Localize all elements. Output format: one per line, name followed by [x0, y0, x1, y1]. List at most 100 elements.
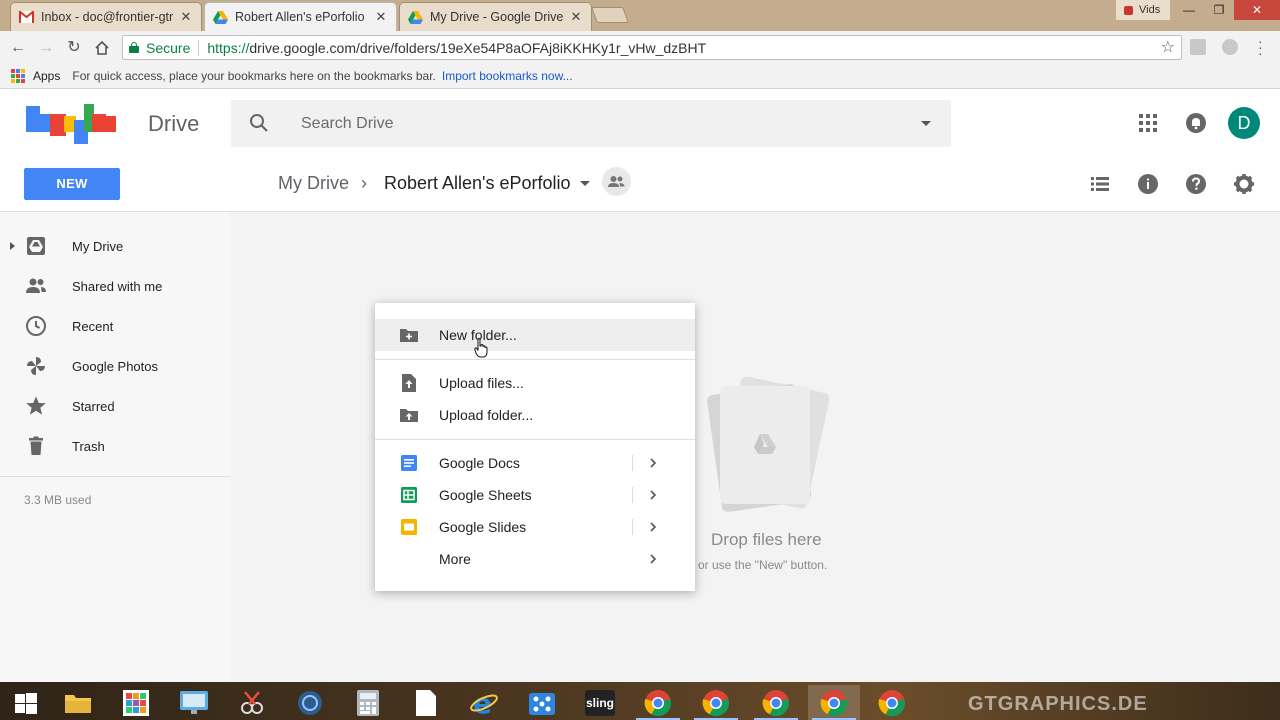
new-tab-button[interactable] — [591, 7, 629, 23]
tab-title: Robert Allen's ePorfolio — [235, 10, 365, 24]
menu-kebab-icon[interactable]: · · · — [1258, 34, 1263, 60]
document-icon[interactable] — [400, 685, 452, 720]
url-path: drive.google.com/drive/folders/19eXe54P8… — [249, 39, 707, 56]
tab-close-icon[interactable]: ✕ — [374, 9, 388, 25]
cortana-icon[interactable] — [284, 685, 336, 720]
settings-gear-icon[interactable] — [1232, 172, 1256, 196]
calculator-icon[interactable] — [342, 685, 394, 720]
forward-icon[interactable]: → — [35, 37, 57, 59]
empty-folder-illustration — [707, 376, 830, 512]
menu-item-label: Google Slides — [439, 519, 527, 535]
app-grid-icon[interactable] — [110, 685, 162, 720]
tab-close-icon[interactable]: ✕ — [179, 9, 193, 25]
list-view-icon[interactable] — [1088, 172, 1112, 196]
tab-my-drive[interactable]: My Drive - Google Drive ✕ — [399, 2, 592, 31]
sidebar-item-photos[interactable]: Google Photos — [0, 346, 230, 386]
account-avatar[interactable]: D — [1228, 107, 1260, 139]
menu-item-new-folder[interactable]: New folder... — [375, 319, 695, 351]
trash-icon — [29, 436, 43, 455]
drive-header: Drive D — [0, 90, 1280, 156]
puzzle-app-icon[interactable] — [516, 685, 568, 720]
sidebar-item-starred[interactable]: Starred — [0, 386, 230, 426]
breadcrumb-separator: › — [361, 173, 367, 193]
windows-taskbar: e sling GTGRAPHICS.DE — [0, 682, 1280, 720]
extension-pdf-icon[interactable] — [1190, 39, 1206, 55]
search-icon[interactable] — [249, 113, 269, 133]
internet-explorer-icon[interactable]: e — [458, 685, 510, 720]
submenu-divider — [632, 519, 633, 535]
info-icon[interactable] — [1136, 172, 1160, 196]
sidebar-item-my-drive[interactable]: My Drive — [0, 226, 230, 266]
breadcrumb-my-drive[interactable]: My Drive — [278, 173, 349, 194]
menu-item-more[interactable]: More — [375, 543, 695, 575]
notifications-bell-icon[interactable] — [1185, 112, 1207, 134]
shared-folder-badge[interactable] — [602, 167, 631, 196]
file-explorer-icon[interactable] — [52, 685, 104, 720]
drive-icon — [408, 10, 423, 25]
menu-item-upload-folder[interactable]: Upload folder... — [375, 399, 695, 431]
drive-icon — [213, 10, 228, 25]
bookmarks-hint: For quick access, place your bookmarks h… — [72, 69, 436, 83]
maximize-icon[interactable]: ❐ — [1204, 0, 1234, 20]
sidebar-item-shared[interactable]: Shared with me — [0, 266, 230, 306]
chevron-right-icon — [650, 458, 657, 468]
tab-eportfolio[interactable]: Robert Allen's ePorfolio ✕ — [204, 2, 397, 31]
menu-item-google-sheets[interactable]: Google Sheets — [375, 479, 695, 511]
secure-label: Secure — [146, 39, 191, 56]
chrome-taskbar-icon[interactable] — [632, 685, 684, 720]
chrome-taskbar-icon[interactable] — [866, 685, 918, 720]
sling-label: sling — [585, 689, 615, 716]
upload-folder-icon — [400, 409, 418, 422]
reload-icon[interactable]: ↻ — [63, 37, 85, 59]
menu-item-google-docs[interactable]: Google Docs — [375, 447, 695, 479]
sidebar-item-recent[interactable]: Recent — [0, 306, 230, 346]
storage-used: 3.3 MB used — [24, 493, 92, 507]
sling-app-icon[interactable]: sling — [574, 685, 626, 720]
sidebar-item-label: Trash — [72, 438, 105, 454]
chrome-taskbar-icon[interactable] — [690, 685, 742, 720]
slides-icon — [401, 519, 417, 535]
docs-icon — [401, 455, 417, 471]
apps-launcher-icon[interactable] — [1137, 112, 1159, 134]
menu-item-upload-files[interactable]: Upload files... — [375, 367, 695, 399]
home-icon[interactable] — [91, 37, 113, 59]
apps-grid-icon[interactable] — [11, 69, 25, 83]
close-window-icon[interactable]: ✕ — [1234, 0, 1280, 20]
back-icon[interactable]: ← — [7, 37, 29, 59]
sidebar-item-trash[interactable]: Trash — [0, 426, 230, 466]
drop-files-subtitle: or use the "New" button. — [698, 558, 828, 572]
sheets-icon — [401, 487, 417, 503]
tab-inbox[interactable]: Inbox - doc@frontier-gtr ✕ — [10, 2, 202, 31]
address-bar[interactable]: Secure https:// drive.google.com/drive/f… — [122, 35, 1182, 60]
people-icon — [26, 278, 46, 293]
apps-shortcut[interactable]: Apps — [33, 69, 60, 83]
tab-close-icon[interactable]: ✕ — [569, 9, 583, 25]
windows-start-icon[interactable] — [0, 685, 52, 720]
monitor-app-icon[interactable] — [168, 685, 220, 720]
folder-menu-chevron-down-icon[interactable] — [580, 181, 590, 186]
breadcrumb-current-folder[interactable]: Robert Allen's ePorfolio — [384, 173, 571, 194]
minimize-icon[interactable]: — — [1174, 0, 1204, 20]
search-box[interactable] — [231, 100, 951, 147]
snipping-tool-icon[interactable] — [226, 685, 278, 720]
chrome-taskbar-icon[interactable] — [750, 685, 802, 720]
help-icon[interactable] — [1184, 172, 1208, 196]
import-bookmarks-link[interactable]: Import bookmarks now... — [442, 69, 573, 83]
bookmark-star-icon[interactable]: ☆ — [1161, 37, 1175, 57]
submenu-divider — [632, 455, 633, 471]
sidebar-item-label: Recent — [72, 318, 114, 334]
profile-button[interactable]: Vids — [1116, 0, 1170, 20]
tab-title: Inbox - doc@frontier-gtr — [41, 10, 174, 24]
chrome-taskbar-icon[interactable] — [808, 685, 860, 720]
drive-brand: Drive — [148, 111, 200, 136]
new-button[interactable]: NEW — [24, 168, 120, 200]
search-options-icon[interactable] — [921, 121, 931, 126]
menu-item-google-slides[interactable]: Google Slides — [375, 511, 695, 543]
browser-toolbar: ← → ↻ Secure https:// drive.google.com/d… — [0, 31, 1280, 64]
extension-drive-icon[interactable] — [1222, 39, 1238, 55]
google-logo[interactable] — [26, 102, 118, 144]
drive-action-bar: NEW My Drive › Robert Allen's ePorfolio — [0, 156, 1280, 212]
profile-icon — [1124, 5, 1133, 15]
search-input[interactable] — [301, 100, 901, 147]
expand-caret-icon[interactable] — [10, 242, 15, 250]
